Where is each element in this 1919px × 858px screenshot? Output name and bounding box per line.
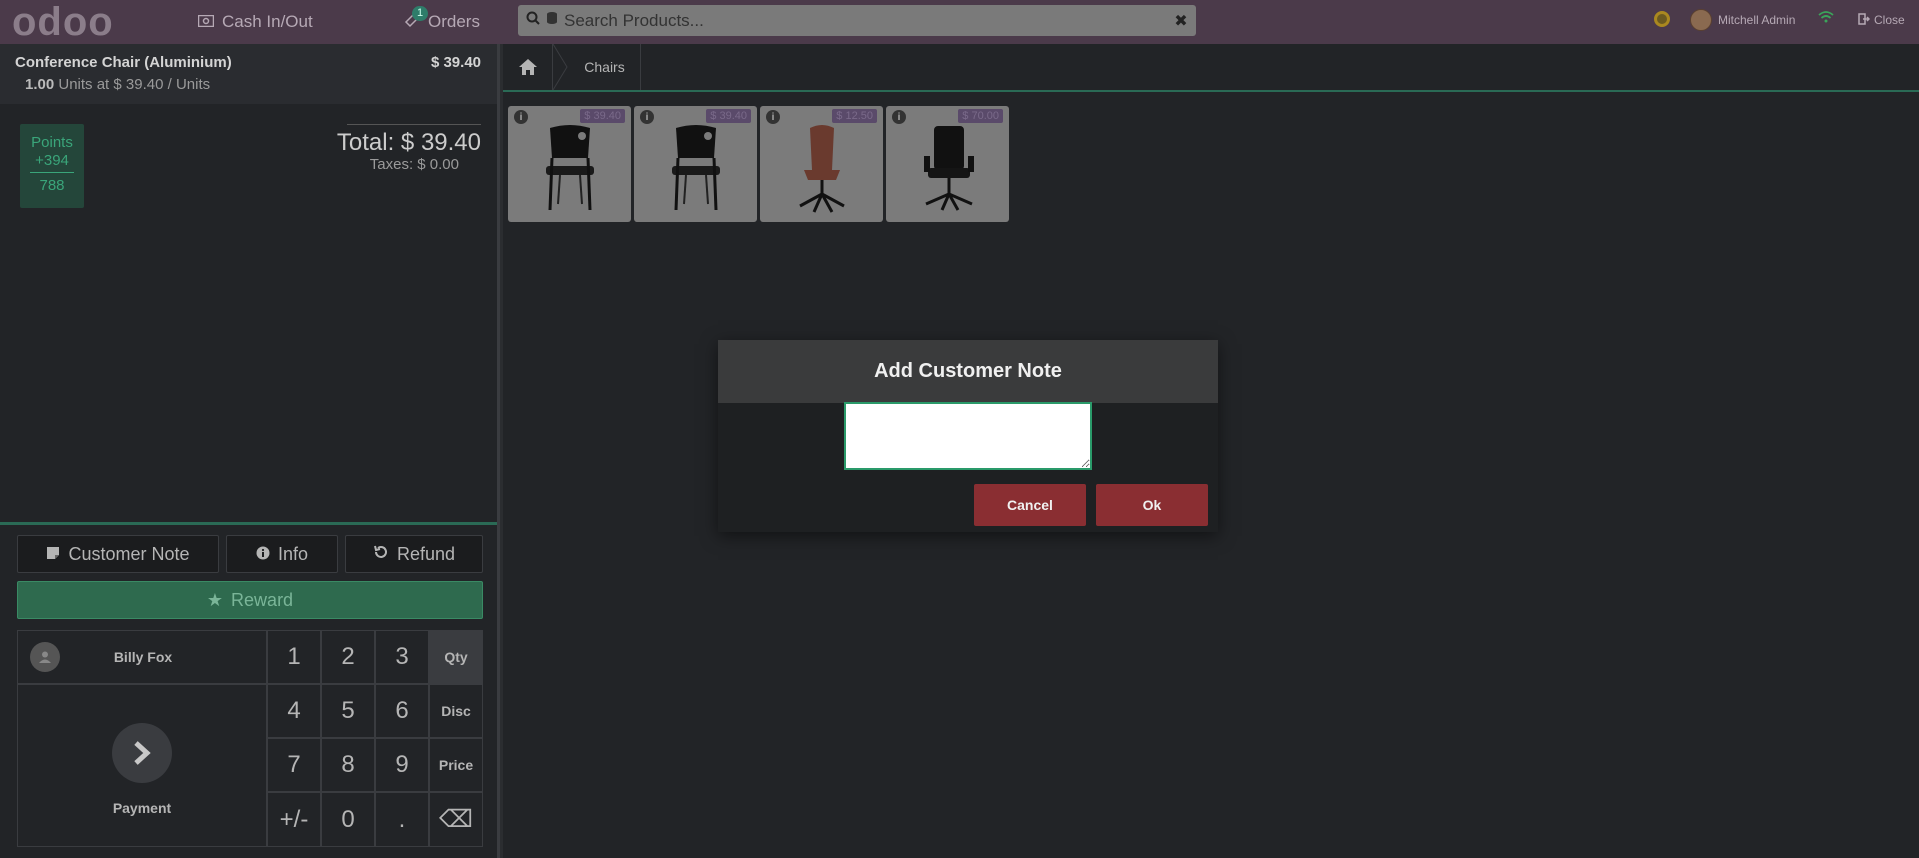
dialog-title: Add Customer Note [718,340,1218,403]
ok-button[interactable]: Ok [1096,484,1208,526]
customer-note-textarea[interactable] [844,402,1092,470]
cancel-button[interactable]: Cancel [974,484,1086,526]
customer-note-dialog: Add Customer Note Cancel Ok [718,340,1218,532]
